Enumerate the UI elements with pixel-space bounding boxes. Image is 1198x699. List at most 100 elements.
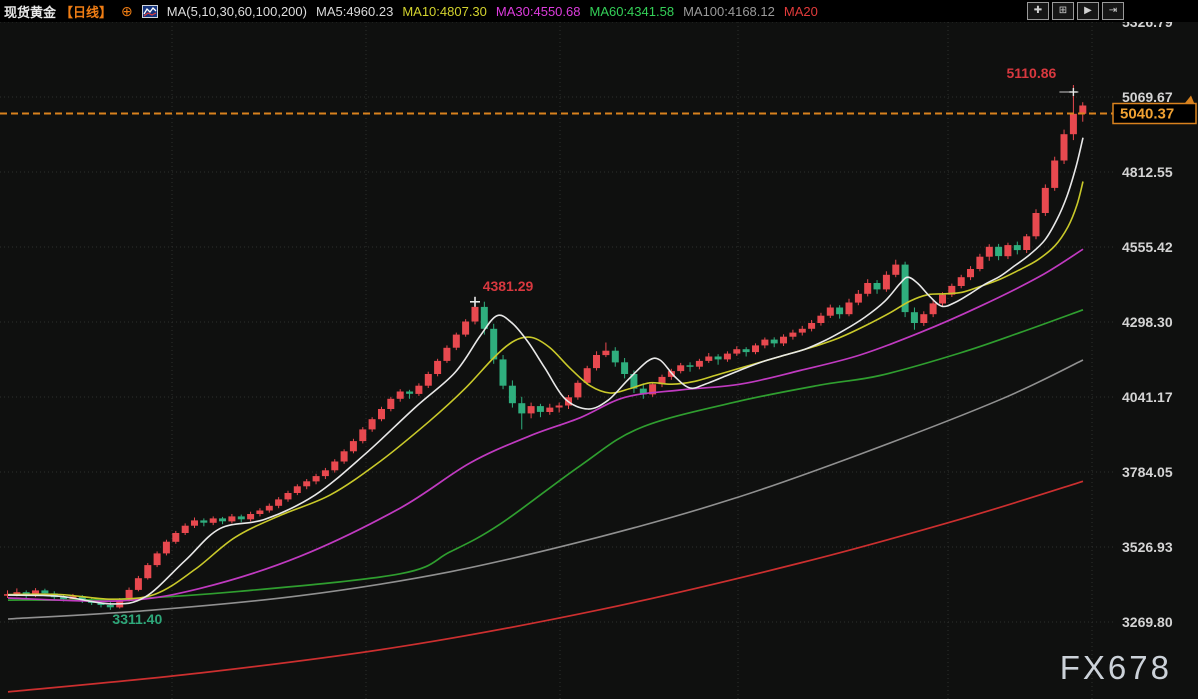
candle-body (424, 374, 432, 386)
svg-text:5069.67: 5069.67 (1122, 89, 1173, 105)
svg-text:4298.30: 4298.30 (1122, 314, 1173, 330)
candle-body (406, 391, 414, 394)
ma-line-ma10 (7, 181, 1084, 601)
candle-body (611, 350, 619, 363)
candle-body (939, 294, 946, 304)
candle-body (929, 303, 937, 315)
svg-text:3311.40: 3311.40 (112, 611, 162, 627)
candle-body (237, 516, 245, 520)
svg-text:4555.42: 4555.42 (1122, 239, 1173, 255)
kline-chart-icon[interactable] (141, 4, 158, 18)
candle-body (910, 312, 918, 323)
candle-body (209, 518, 217, 523)
candle-body (723, 353, 731, 360)
zoom-axis-icon[interactable]: ⊞ (1052, 2, 1074, 20)
candle-body (602, 350, 610, 356)
candle-body (508, 385, 516, 404)
candle-body (312, 476, 320, 482)
candle-body (1032, 213, 1040, 237)
candle-body (864, 283, 872, 294)
candle-body (162, 541, 170, 554)
candle-body (415, 385, 423, 394)
chart-toolbar: ✚ ⊞ ▶ ⇥ (1027, 2, 1124, 20)
ma-line-ma100 (7, 359, 1084, 620)
candle-body (275, 499, 283, 506)
timeframe-label: 【日线】 (60, 4, 113, 20)
candle-body (527, 406, 535, 414)
candlestick-chart[interactable]: 5110.864381.293311.405040.375326.795069.… (0, 0, 1198, 699)
crosshair-icon[interactable]: ⊕ (121, 4, 133, 18)
candle-body (172, 533, 180, 542)
candle-body (845, 302, 853, 315)
candle-body (873, 283, 881, 290)
ma-line-ma5 (7, 137, 1084, 605)
candle-body (752, 345, 759, 353)
svg-text:4812.55: 4812.55 (1122, 164, 1173, 180)
pan-icon[interactable]: ✚ (1027, 2, 1049, 20)
candle-body (340, 451, 348, 462)
candle-body (995, 246, 1003, 257)
candle-body (471, 306, 479, 322)
candle-body (462, 321, 470, 335)
ma10-legend: MA10:4807.30 (402, 3, 487, 19)
candle-body (536, 406, 544, 412)
candle-body (920, 314, 928, 323)
ma-line-ma60 (7, 309, 1084, 601)
candle-body (892, 264, 900, 275)
jump-latest-icon[interactable]: ⇥ (1102, 2, 1124, 20)
candle-body (957, 277, 965, 286)
candle-body (621, 362, 629, 374)
candle-series (4, 85, 1087, 610)
svg-text:5110.86: 5110.86 (1006, 65, 1056, 81)
watermark: FX678 (1060, 649, 1172, 686)
instrument-title: 现货黄金 (4, 4, 57, 20)
candle-body (191, 520, 198, 526)
ma60-legend: MA60:4341.58 (589, 3, 675, 19)
candle-body (854, 293, 862, 303)
candle-body (1051, 160, 1059, 188)
candle-body (200, 520, 208, 523)
candle-body (761, 339, 769, 346)
svg-text:4381.29: 4381.29 (483, 278, 534, 294)
candle-body (359, 429, 367, 442)
ma-lines (7, 137, 1084, 693)
candle-body (882, 274, 890, 290)
candle-body (1041, 187, 1049, 213)
candle-body (247, 514, 255, 520)
candle-body (836, 307, 844, 315)
candle-body (574, 382, 582, 398)
candle-body (228, 516, 236, 522)
candle-body (219, 518, 226, 522)
ma-settings-label: MA(5,10,30,60,100,200) (166, 3, 307, 19)
svg-text:3526.93: 3526.93 (1122, 539, 1173, 555)
candle-body (41, 590, 49, 594)
candle-body (499, 359, 507, 386)
candle-body (733, 349, 741, 354)
candle-body (826, 307, 834, 316)
svg-text:3784.05: 3784.05 (1122, 464, 1173, 480)
candle-body (1013, 245, 1021, 251)
candle-body (378, 409, 385, 420)
candle-body (1069, 113, 1077, 135)
svg-text:5040.37: 5040.37 (1120, 106, 1174, 123)
candle-body (1004, 245, 1012, 257)
candle-body (817, 315, 825, 323)
ma200-legend: MA20 (783, 3, 818, 19)
candle-body (686, 365, 694, 367)
candle-body (293, 486, 301, 493)
candle-body (256, 510, 264, 514)
candle-body (705, 356, 713, 361)
svg-text:3269.80: 3269.80 (1122, 614, 1173, 630)
ma5-legend: MA5:4960.23 (315, 3, 394, 19)
candle-body (967, 269, 974, 278)
candle-body (396, 391, 404, 399)
candle-body (284, 493, 292, 500)
candle-body (789, 332, 797, 337)
ma30-legend: MA30:4550.68 (495, 3, 581, 19)
candle-body (546, 407, 554, 412)
candle-body (265, 505, 273, 511)
candle-body (331, 461, 339, 471)
auto-scroll-icon[interactable]: ▶ (1077, 2, 1099, 20)
current-price-indicator: 5040.37 (0, 95, 1197, 125)
candle-body (106, 605, 114, 608)
